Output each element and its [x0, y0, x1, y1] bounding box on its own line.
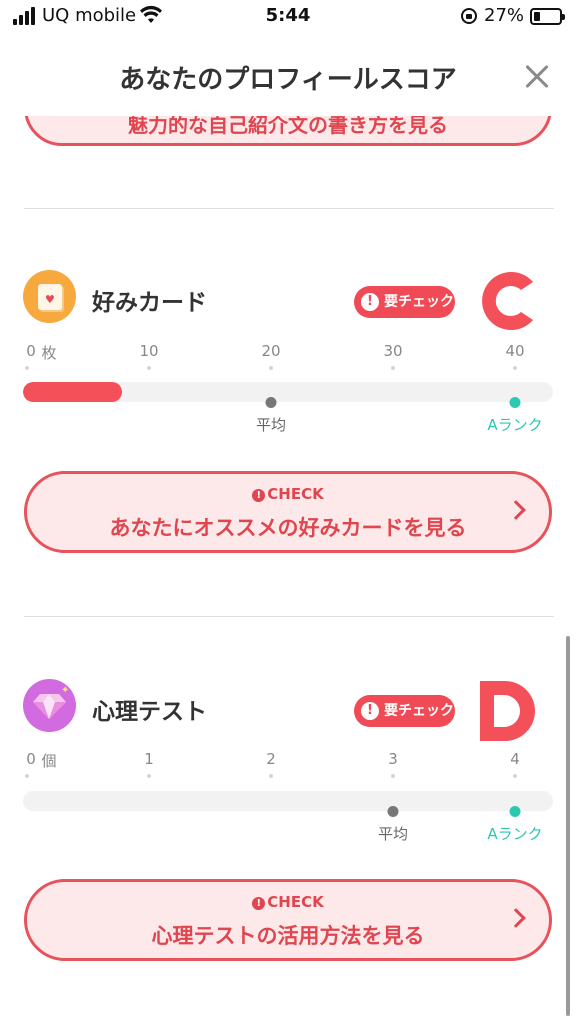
needs-check-label: 要チェック: [384, 703, 454, 719]
scale-tick-label: 30: [383, 342, 403, 360]
scale-tick-dot: [513, 774, 517, 778]
scale-tick-label: 40: [505, 342, 525, 360]
check-label: ! CHECK: [27, 485, 549, 503]
close-icon[interactable]: [520, 60, 554, 94]
check-label: ! CHECK: [27, 893, 549, 911]
average-label: 平均: [255, 416, 287, 434]
diamond-icon: ✦: [23, 679, 76, 732]
grade-d-icon: D: [480, 681, 535, 741]
check-text: CHECK: [267, 893, 324, 911]
scale-tick-dot: [391, 774, 395, 778]
diamond-shape: [33, 694, 66, 719]
progress-track: [23, 382, 553, 402]
scale-tick-label: 3: [388, 750, 398, 768]
personality-test-guide-button[interactable]: ! CHECK 心理テストの活用方法を見る: [24, 879, 552, 961]
needs-check-badge: ! 要チェック: [354, 695, 455, 727]
scale-tick-dot: [25, 774, 29, 778]
page-title: あなたのプロフィールスコア: [119, 65, 457, 95]
scrollbar[interactable]: [566, 636, 570, 1016]
scale-tick-dot: [513, 366, 517, 370]
battery-icon: [530, 8, 565, 25]
alert-icon: !: [361, 702, 379, 720]
alert-icon: !: [361, 293, 379, 311]
cta-label: 心理テストの活用方法を見る: [151, 924, 425, 948]
needs-check-badge: ! 要チェック: [354, 286, 455, 318]
card-heart-icon: ♥: [23, 270, 76, 323]
status-bar: UQ mobile 5:44 27%: [0, 0, 576, 34]
battery-percent: 27%: [484, 5, 525, 26]
sparkle-icon: ✦: [61, 685, 70, 696]
scale-tick-dot: [391, 366, 395, 370]
average-label: 平均: [377, 825, 409, 843]
divider: [24, 208, 554, 209]
a-rank-marker: [509, 397, 521, 408]
progress-track: [23, 791, 553, 811]
scale-tick-dot: [25, 366, 29, 370]
scale-tick-label: 0: [26, 750, 36, 768]
section-title: 好みカード: [92, 290, 207, 316]
alert-icon: !: [252, 489, 266, 502]
scale-tick-label: 0: [26, 342, 36, 360]
needs-check-label: 要チェック: [384, 294, 454, 310]
progress-fill: [23, 382, 123, 402]
scale-tick-label: 2: [266, 750, 276, 768]
recommended-cards-button[interactable]: ! CHECK あなたにオススメの好みカードを見る: [24, 471, 552, 553]
divider: [24, 616, 554, 617]
scale-tick-dot: [147, 366, 151, 370]
a-rank-marker: [509, 806, 521, 817]
scale-tick-label: 20: [261, 342, 281, 360]
scale-tick-dot: [147, 774, 151, 778]
scale-unit-label: 個: [41, 752, 57, 770]
a-rank-label: Aランク: [487, 416, 543, 434]
battery-level: [534, 12, 540, 21]
alert-icon: !: [252, 897, 266, 910]
average-marker: [387, 806, 399, 817]
average-marker: [265, 397, 277, 408]
scale-tick-label: 10: [139, 342, 159, 360]
a-rank-label: Aランク: [487, 825, 543, 843]
section-title: 心理テスト: [92, 699, 207, 725]
scale-unit-label: 枚: [41, 344, 57, 362]
grade-c-icon: C: [482, 272, 533, 330]
scale-tick-label: 1: [144, 750, 154, 768]
scale-tick-label: 4: [510, 750, 520, 768]
check-text: CHECK: [267, 485, 324, 503]
scale-tick-dot: [269, 774, 273, 778]
scale-tick-dot: [269, 366, 273, 370]
orientation-lock-icon: [461, 8, 477, 24]
cta-label: あなたにオススメの好みカードを見る: [109, 516, 467, 540]
